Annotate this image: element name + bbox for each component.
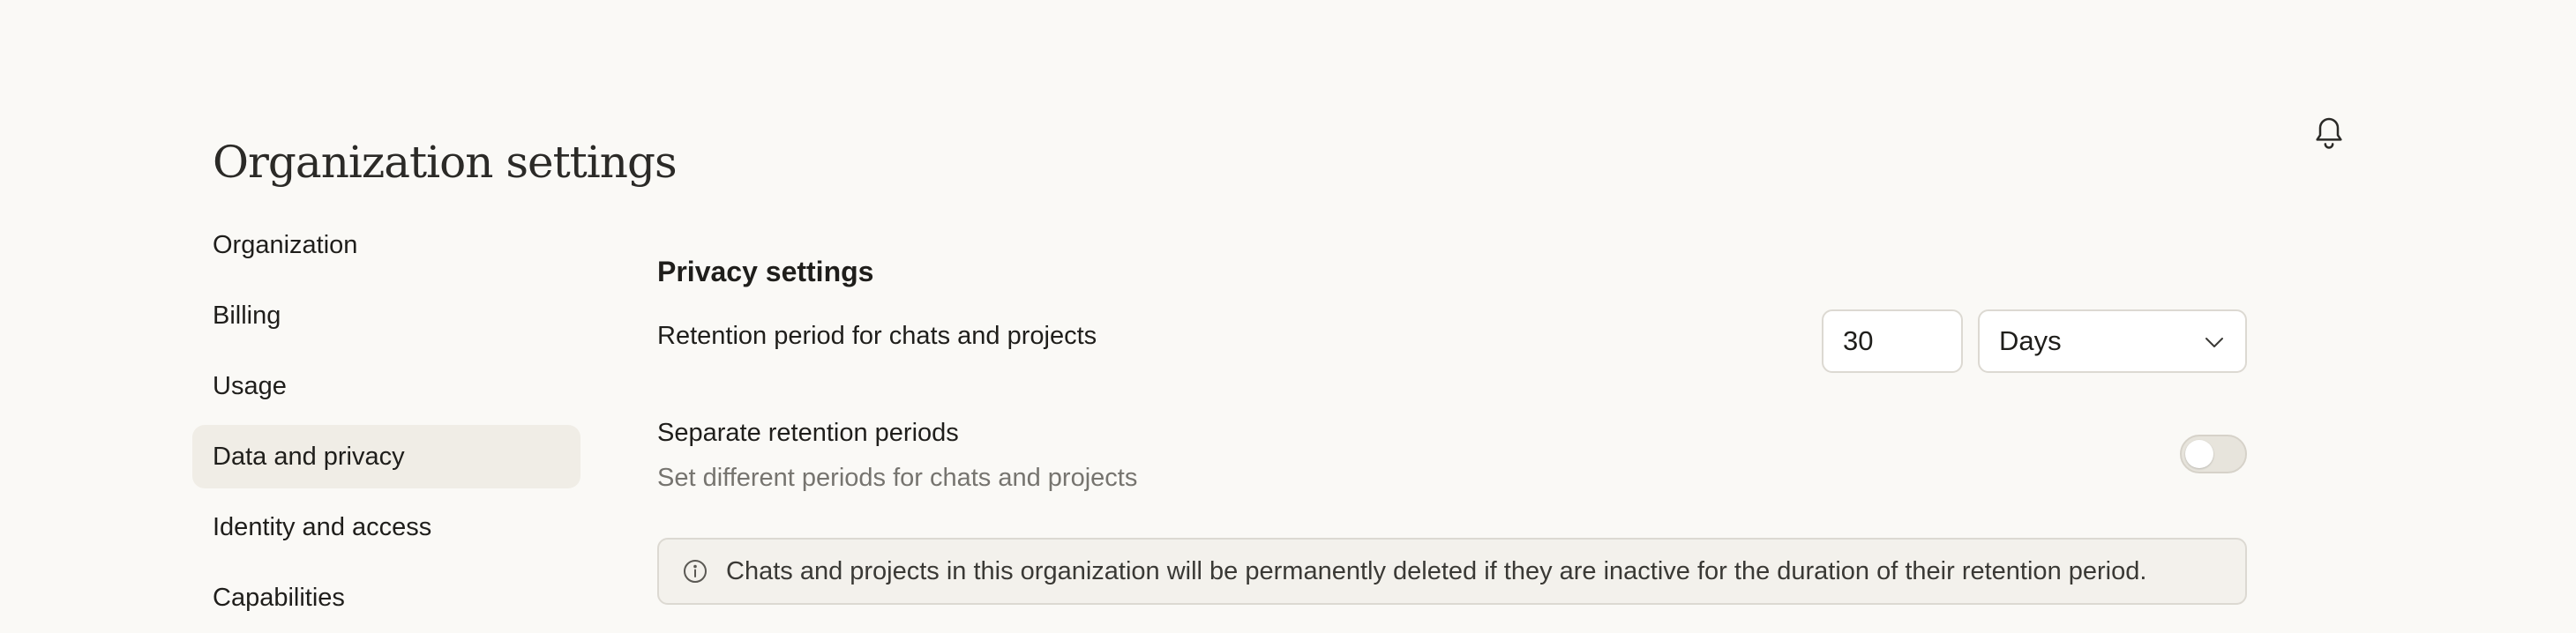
sidebar-item-data-and-privacy[interactable]: Data and privacy — [192, 425, 580, 488]
sidebar-item-label: Organization — [213, 230, 358, 259]
sidebar-item-label: Data and privacy — [213, 442, 405, 471]
settings-page: Organization settings Organization Billi… — [0, 0, 2576, 633]
sidebar-item-label: Usage — [213, 371, 287, 400]
retention-unit-value: Days — [1999, 325, 2062, 356]
sidebar-item-label: Identity and access — [213, 512, 432, 541]
sidebar-item-label: Capabilities — [213, 583, 345, 612]
separate-retention-toggle[interactable] — [2180, 435, 2247, 473]
retention-unit-select[interactable]: Days — [1978, 309, 2247, 373]
sidebar-item-billing[interactable]: Billing — [192, 284, 580, 347]
sidebar-item-usage[interactable]: Usage — [192, 354, 580, 418]
notice-text: Chats and projects in this organization … — [726, 556, 2147, 585]
bell-icon — [2311, 113, 2347, 152]
retention-period-label: Retention period for chats and projects — [657, 322, 1097, 350]
sidebar-item-label: Billing — [213, 301, 281, 330]
privacy-settings-panel: Privacy settings Retention period for ch… — [657, 0, 2247, 633]
chevron-down-icon — [2203, 332, 2226, 352]
info-icon — [682, 558, 708, 585]
toggle-knob — [2185, 440, 2213, 468]
notifications-button[interactable] — [2311, 113, 2347, 152]
retention-period-input[interactable] — [1822, 309, 1963, 373]
retention-notice: Chats and projects in this organization … — [657, 538, 2247, 605]
sidebar-item-capabilities[interactable]: Capabilities — [192, 566, 580, 629]
sidebar-item-organization[interactable]: Organization — [192, 213, 580, 277]
sidebar-item-identity-and-access[interactable]: Identity and access — [192, 495, 580, 559]
page-title: Organization settings — [213, 136, 678, 188]
settings-sidebar: Organization Billing Usage Data and priv… — [192, 213, 580, 633]
separate-retention-description: Set different periods for chats and proj… — [657, 464, 1138, 492]
separate-retention-label: Separate retention periods — [657, 419, 959, 447]
section-title: Privacy settings — [657, 255, 874, 287]
